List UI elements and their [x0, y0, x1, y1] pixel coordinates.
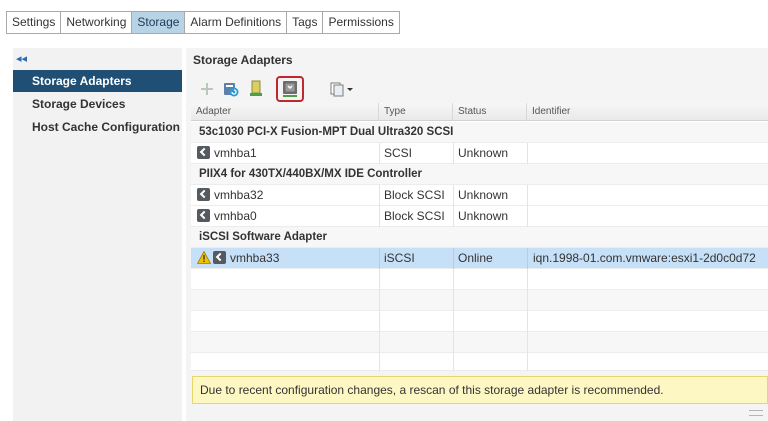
table-header: Adapter Type Status Identifier: [191, 103, 768, 121]
tab-tags[interactable]: Tags: [287, 12, 324, 33]
identifier-cell: iqn.1998-01.com.vmware:esxi1-2d0c0d72: [533, 251, 756, 265]
tab-bar: Settings Networking Storage Alarm Defini…: [6, 11, 400, 34]
table-row[interactable]: vmhba0 Block SCSI Unknown: [191, 206, 768, 227]
status-cell: Unknown: [458, 146, 509, 160]
rescan-recommended-notice: Due to recent configuration changes, a r…: [192, 376, 768, 404]
tab-permissions[interactable]: Permissions: [323, 12, 398, 33]
nav-item-host-cache-configuration[interactable]: Host Cache Configuration: [13, 116, 182, 138]
storage-adapter-icon: [197, 188, 210, 201]
tab-storage[interactable]: Storage: [132, 12, 186, 33]
panel-title: Storage Adapters: [193, 53, 293, 67]
storage-adapter-icon: [197, 146, 210, 159]
group-label: 53c1030 PCI-X Fusion-MPT Dual Ultra320 S…: [199, 126, 454, 138]
adapter-name: vmhba0: [214, 209, 257, 223]
main-panel: Storage Adapters Adapter Type Status Ide…: [186, 48, 768, 421]
column-header-identifier[interactable]: Identifier: [527, 103, 768, 121]
type-cell: iSCSI: [384, 251, 415, 265]
adapter-cell: vmhba1: [197, 143, 377, 164]
rescan-vmfs-icon[interactable]: [246, 79, 266, 99]
tab-alarm-definitions[interactable]: Alarm Definitions: [185, 12, 288, 33]
identifier-cell: [533, 206, 767, 227]
column-header-status[interactable]: Status: [453, 103, 527, 121]
adapters-table: Adapter Type Status Identifier 53c1030 P…: [191, 103, 768, 371]
adapter-name: vmhba1: [214, 146, 257, 160]
adapter-name: vmhba32: [214, 188, 264, 202]
empty-row: [191, 269, 768, 290]
empty-row: [191, 353, 768, 371]
collapse-nav-icon[interactable]: ◂◂: [16, 52, 27, 65]
column-header-type[interactable]: Type: [379, 103, 453, 121]
group-row: iSCSI Software Adapter: [191, 227, 768, 248]
identifier-cell: [533, 185, 767, 206]
status-cell: Unknown: [458, 209, 509, 223]
status-cell: Unknown: [458, 188, 509, 202]
add-icon[interactable]: [197, 79, 217, 99]
tab-networking[interactable]: Networking: [61, 12, 133, 33]
empty-row: [191, 290, 768, 311]
table-row[interactable]: vmhba32 Block SCSI Unknown: [191, 185, 768, 206]
storage-adapter-icon: [197, 209, 210, 222]
type-cell: Block SCSI: [384, 188, 445, 202]
tab-settings[interactable]: Settings: [7, 12, 62, 33]
type-cell: SCSI: [384, 146, 413, 160]
rescan-adapter-icon[interactable]: [276, 76, 304, 102]
rescan-icon[interactable]: [221, 79, 241, 99]
storage-adapter-icon: [213, 251, 226, 264]
empty-row: [191, 332, 768, 353]
group-label: iSCSI Software Adapter: [199, 231, 328, 243]
column-header-adapter[interactable]: Adapter: [191, 103, 379, 121]
actions-menu-icon[interactable]: [326, 79, 356, 99]
left-nav: ◂◂ Storage Adapters Storage Devices Host…: [13, 48, 182, 421]
nav-item-storage-devices[interactable]: Storage Devices: [13, 93, 182, 115]
adapter-cell: vmhba33: [197, 248, 377, 269]
resize-grip-icon[interactable]: [749, 410, 763, 416]
group-row: 53c1030 PCI-X Fusion-MPT Dual Ultra320 S…: [191, 122, 768, 143]
toolbar: [186, 76, 768, 102]
adapter-cell: vmhba32: [197, 185, 377, 206]
nav-item-storage-adapters[interactable]: Storage Adapters: [13, 70, 182, 92]
type-cell: Block SCSI: [384, 209, 445, 223]
status-cell: Online: [458, 251, 493, 265]
identifier-cell: [533, 143, 767, 164]
adapter-cell: vmhba0: [197, 206, 377, 227]
empty-row: [191, 311, 768, 332]
table-row[interactable]: vmhba1 SCSI Unknown: [191, 143, 768, 164]
adapter-name: vmhba33: [230, 251, 280, 265]
group-label: PIIX4 for 430TX/440BX/MX IDE Controller: [199, 168, 423, 180]
group-row: PIIX4 for 430TX/440BX/MX IDE Controller: [191, 164, 768, 185]
table-row-selected[interactable]: vmhba33 iSCSI Online iqn.1998-01.com.vmw…: [191, 248, 768, 269]
warning-icon: [197, 250, 212, 269]
